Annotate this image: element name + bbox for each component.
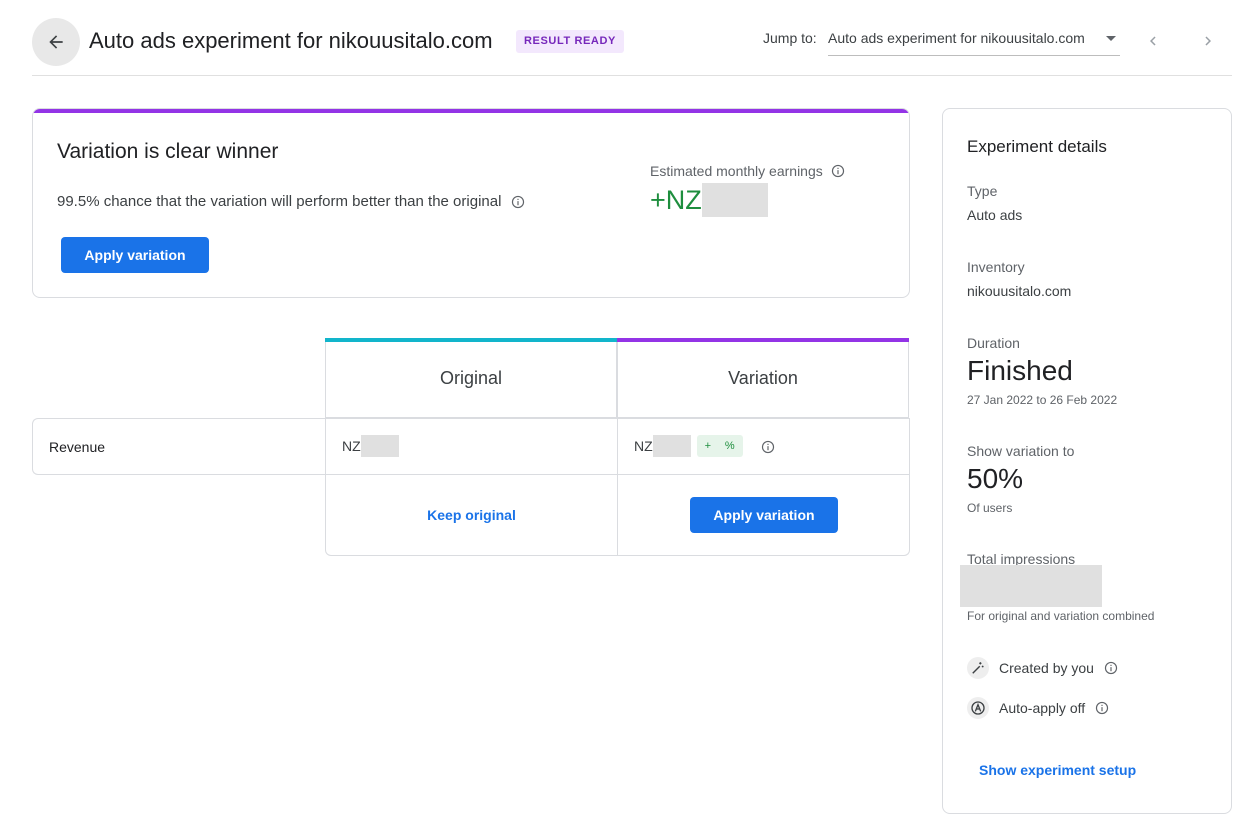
created-by-row: Created by you <box>967 657 1118 679</box>
original-revenue-cell: NZ <box>325 419 617 476</box>
action-row: Keep original Apply variation <box>325 475 910 556</box>
type-label: Type <box>967 183 998 199</box>
created-by-label: Created by you <box>999 660 1094 676</box>
jump-to-value: Auto ads experiment for nikouusitalo.com <box>828 30 1085 46</box>
show-variation-sub: Of users <box>967 501 1013 515</box>
inventory-value: nikouusitalo.com <box>967 283 1072 299</box>
delta-sign: + <box>704 440 712 452</box>
jump-label: Jump to: <box>763 30 817 46</box>
redacted-block <box>652 435 691 457</box>
variation-column-label: Variation <box>728 368 798 388</box>
dropdown-caret-icon <box>1106 36 1116 41</box>
revenue-label: Revenue <box>49 439 106 455</box>
variation-revenue-value: NZ + % <box>634 435 743 457</box>
experiment-details-panel: Experiment details Type Auto ads Invento… <box>942 108 1232 814</box>
auto-apply-label: Auto-apply off <box>999 700 1086 716</box>
duration-value: Finished <box>967 355 1073 386</box>
variation-currency: NZ <box>634 438 653 454</box>
delta-chip: + % <box>696 435 743 457</box>
delta-unit: % <box>724 440 735 452</box>
divider <box>617 475 618 555</box>
redacted-block <box>960 565 1102 607</box>
variation-revenue-cell: NZ + % <box>617 419 910 476</box>
next-experiment-button[interactable] <box>1195 26 1221 56</box>
earnings-label: Estimated monthly earnings <box>650 163 845 179</box>
variation-color-bar <box>617 338 909 342</box>
type-value: Auto ads <box>967 207 1023 223</box>
show-variation-label: Show variation to <box>967 443 1075 459</box>
original-currency: NZ <box>342 438 361 454</box>
show-variation-value: 50% <box>967 463 1024 494</box>
page-header: Auto ads experiment for nikouusitalo.com… <box>32 0 1232 76</box>
duration-dates: 27 Jan 2022 to 26 Feb 2022 <box>967 393 1118 407</box>
comparison-table: Original Variation Revenue NZ NZ + % Kee… <box>32 338 910 556</box>
earnings-prefix: +NZ <box>650 184 702 215</box>
redacted-block <box>360 435 399 457</box>
auto-apply-icon <box>971 701 985 715</box>
original-column-header: Original <box>325 338 617 418</box>
arrow-back-icon <box>49 35 63 49</box>
original-color-bar <box>325 338 617 342</box>
chevron-left-icon <box>1150 36 1156 46</box>
page-title: Auto ads experiment for nikouusitalo.com <box>89 28 493 53</box>
info-icon[interactable] <box>1095 701 1109 715</box>
info-icon[interactable] <box>761 440 775 454</box>
winner-card: Variation is clear winner 99.5% chance t… <box>32 108 910 298</box>
back-button[interactable] <box>32 18 80 66</box>
earnings-value: +NZ <box>650 183 768 217</box>
redacted-block <box>701 183 768 217</box>
table-row: Revenue NZ NZ + % <box>32 418 910 476</box>
auto-apply-badge <box>967 697 989 719</box>
info-icon[interactable] <box>1104 661 1118 675</box>
magic-wand-icon <box>972 662 984 674</box>
apply-variation-button[interactable]: Apply variation <box>690 497 838 533</box>
chevron-right-icon <box>1205 36 1211 46</box>
details-title: Experiment details <box>967 137 1107 156</box>
earnings-label-text: Estimated monthly earnings <box>650 163 823 179</box>
show-experiment-setup-link[interactable]: Show experiment setup <box>979 762 1136 778</box>
status-badge: RESULT READY <box>516 30 624 53</box>
original-revenue-value: NZ <box>342 435 399 457</box>
info-icon[interactable] <box>511 195 525 209</box>
keep-original-link[interactable]: Keep original <box>326 507 617 523</box>
winner-description-text: 99.5% chance that the variation will per… <box>57 193 502 210</box>
original-column-label: Original <box>439 368 503 388</box>
created-by-badge <box>967 657 989 679</box>
auto-apply-row: Auto-apply off <box>967 697 1109 719</box>
apply-variation-button[interactable]: Apply variation <box>61 237 209 273</box>
duration-label: Duration <box>967 335 1020 351</box>
variation-column-header: Variation <box>617 338 909 418</box>
impressions-sub: For original and variation combined <box>967 609 1155 623</box>
winner-title: Variation is clear winner <box>57 140 279 163</box>
inventory-label: Inventory <box>967 259 1025 275</box>
winner-accent-bar <box>33 109 909 113</box>
previous-experiment-button[interactable] <box>1140 26 1166 56</box>
winner-description: 99.5% chance that the variation will per… <box>57 193 525 210</box>
info-icon[interactable] <box>831 164 845 178</box>
jump-to-dropdown[interactable]: Auto ads experiment for nikouusitalo.com <box>828 24 1120 56</box>
